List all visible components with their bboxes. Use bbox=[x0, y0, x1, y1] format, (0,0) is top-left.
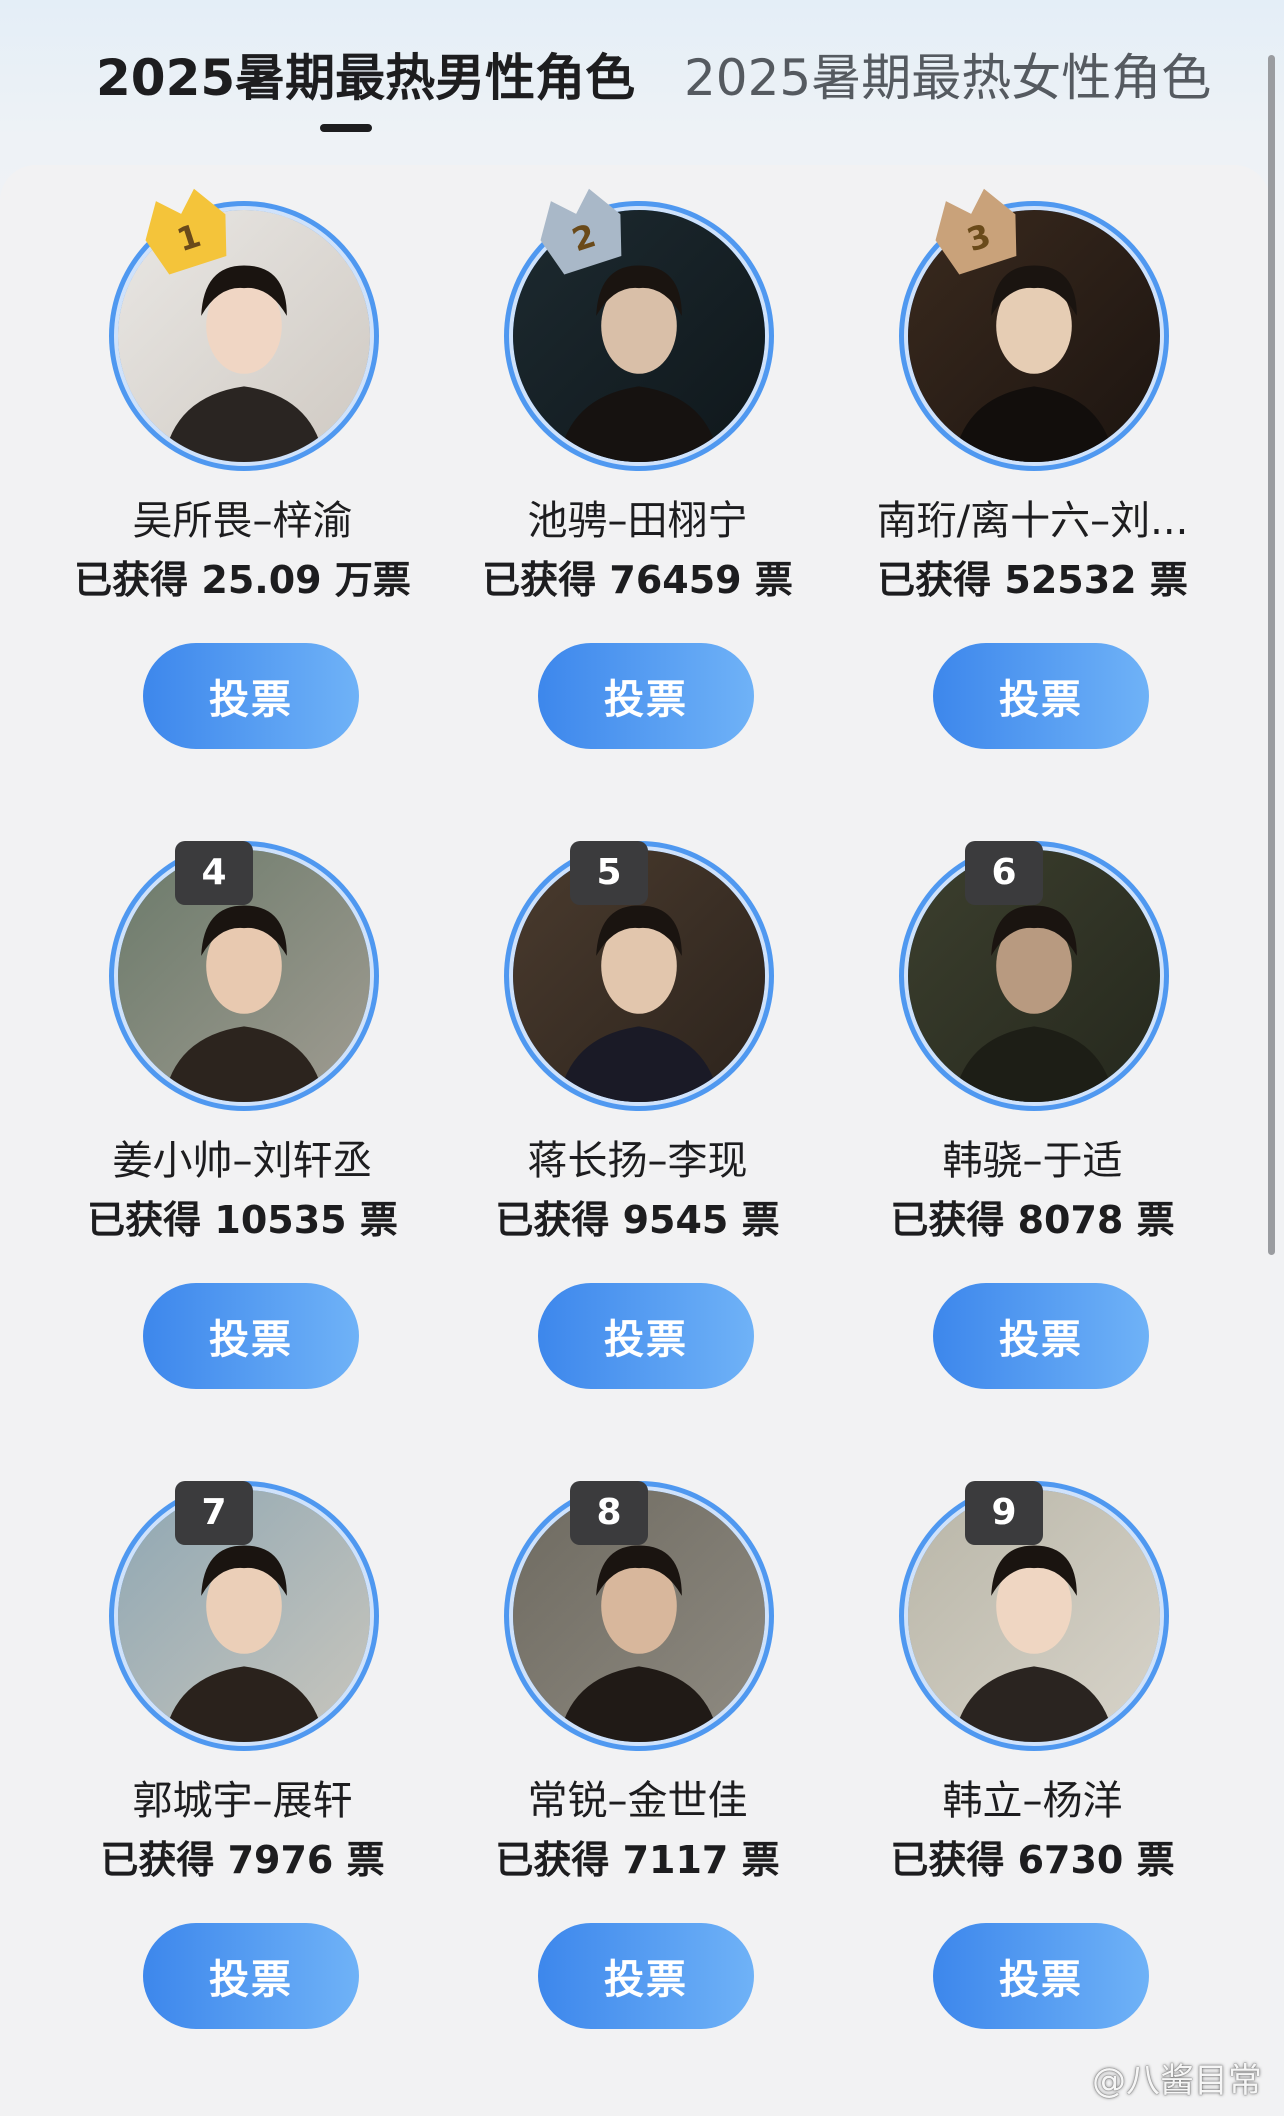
character-name: 南珩/离十六–刘... bbox=[876, 498, 1189, 544]
vote-count: 已获得 52532 票 bbox=[877, 558, 1188, 602]
character-name: 郭城宇–展轩 bbox=[132, 1778, 353, 1824]
bronze-crown-icon: 3 bbox=[927, 187, 1027, 277]
silver-crown-icon: 2 bbox=[532, 187, 632, 277]
vote-count: 已获得 25.09 万票 bbox=[74, 558, 411, 602]
character-card: 6 韩骁–于适 已获得 8078 票 投票 bbox=[835, 805, 1230, 1405]
character-name: 池骋–田栩宁 bbox=[527, 498, 748, 544]
rank-badge: 9 bbox=[965, 1481, 1043, 1545]
scrollbar[interactable] bbox=[1268, 55, 1275, 1255]
character-name: 姜小帅–刘轩丞 bbox=[112, 1138, 373, 1184]
character-card: 8 常锐–金世佳 已获得 7117 票 投票 bbox=[440, 1445, 835, 2045]
vote-button[interactable]: 投票 bbox=[143, 1923, 359, 2029]
character-card: 1 吴所畏–梓渝 已获得 25.09 万票 投票 bbox=[45, 165, 440, 765]
vote-button[interactable]: 投票 bbox=[538, 643, 754, 749]
character-card: 4 姜小帅–刘轩丞 已获得 10535 票 投票 bbox=[45, 805, 440, 1405]
character-name: 常锐–金世佳 bbox=[527, 1778, 748, 1824]
watermark: @八酱目常 bbox=[1092, 2061, 1262, 2101]
rank-badge: 4 bbox=[175, 841, 253, 905]
vote-count: 已获得 9545 票 bbox=[495, 1198, 780, 1242]
vote-count: 已获得 76459 票 bbox=[482, 558, 793, 602]
gold-crown-icon: 1 bbox=[137, 187, 237, 277]
vote-button[interactable]: 投票 bbox=[933, 1923, 1149, 2029]
vote-count: 已获得 7976 票 bbox=[100, 1838, 385, 1882]
rank-badge: 6 bbox=[965, 841, 1043, 905]
character-card: 5 蒋长扬–李现 已获得 9545 票 投票 bbox=[440, 805, 835, 1405]
character-name: 吴所畏–梓渝 bbox=[132, 498, 353, 544]
character-name: 韩骁–于适 bbox=[942, 1138, 1123, 1184]
rank-badge: 5 bbox=[570, 841, 648, 905]
ranking-panel: 1 吴所畏–梓渝 已获得 25.09 万票 投票 2 池骋–田栩宁 已获得 76… bbox=[0, 165, 1270, 2116]
tab-male-characters[interactable]: 2025暑期最热男性角色 bbox=[96, 48, 635, 108]
vote-button[interactable]: 投票 bbox=[933, 1283, 1149, 1389]
active-tab-indicator bbox=[320, 124, 372, 132]
vote-count: 已获得 10535 票 bbox=[87, 1198, 398, 1242]
character-card: 3 南珩/离十六–刘... 已获得 52532 票 投票 bbox=[835, 165, 1230, 765]
vote-button[interactable]: 投票 bbox=[933, 643, 1149, 749]
vote-count: 已获得 6730 票 bbox=[890, 1838, 1175, 1882]
character-card: 2 池骋–田栩宁 已获得 76459 票 投票 bbox=[440, 165, 835, 765]
character-card: 7 郭城宇–展轩 已获得 7976 票 投票 bbox=[45, 1445, 440, 2045]
tab-bar: 2025暑期最热男性角色 2025暑期最热女性角色 bbox=[0, 0, 1284, 150]
vote-button[interactable]: 投票 bbox=[538, 1283, 754, 1389]
character-card: 9 韩立–杨洋 已获得 6730 票 投票 bbox=[835, 1445, 1230, 2045]
vote-button[interactable]: 投票 bbox=[538, 1923, 754, 2029]
rank-badge: 7 bbox=[175, 1481, 253, 1545]
vote-count: 已获得 7117 票 bbox=[495, 1838, 780, 1882]
character-name: 蒋长扬–李现 bbox=[527, 1138, 748, 1184]
character-name: 韩立–杨洋 bbox=[942, 1778, 1123, 1824]
tab-female-characters[interactable]: 2025暑期最热女性角色 bbox=[684, 48, 1211, 108]
vote-button[interactable]: 投票 bbox=[143, 1283, 359, 1389]
rank-badge: 8 bbox=[570, 1481, 648, 1545]
vote-count: 已获得 8078 票 bbox=[890, 1198, 1175, 1242]
vote-button[interactable]: 投票 bbox=[143, 643, 359, 749]
